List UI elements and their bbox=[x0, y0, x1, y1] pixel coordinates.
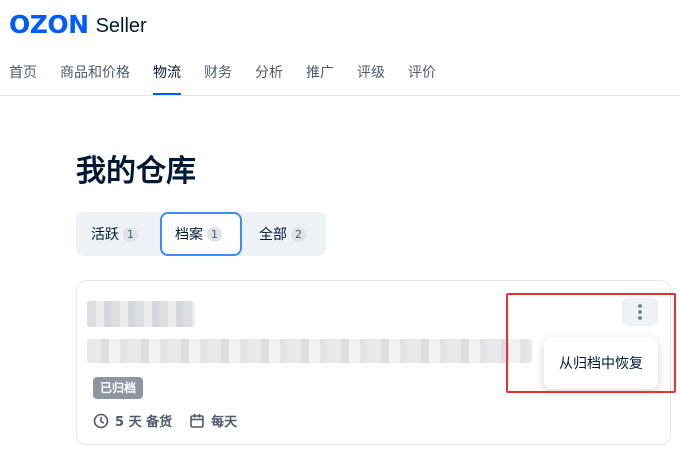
restore-from-archive-menu-item[interactable]: 从归档中恢复 bbox=[544, 337, 658, 389]
nav-divider bbox=[0, 95, 680, 96]
tab-count-badge: 2 bbox=[291, 226, 306, 242]
calendar-icon bbox=[190, 413, 204, 428]
tab-archive[interactable]: 档案 1 bbox=[160, 212, 242, 256]
warehouse-address-redacted bbox=[87, 339, 532, 363]
schedule: 每天 bbox=[189, 411, 237, 430]
schedule-text: 每天 bbox=[211, 415, 238, 430]
ozon-seller-logo[interactable]: OZON Seller bbox=[9, 12, 147, 38]
more-vertical-icon bbox=[638, 304, 642, 320]
logo-seller-text: Seller bbox=[95, 15, 147, 37]
warehouse-meta: 5 天 备货 每天 bbox=[93, 411, 254, 430]
archived-status-badge: 已归档 bbox=[93, 377, 144, 399]
nav-item-promotion[interactable]: 推广 bbox=[306, 62, 334, 95]
prep-time-text: 5 天 备货 bbox=[115, 415, 173, 430]
tab-label: 档案 bbox=[175, 227, 203, 243]
prep-time: 5 天 备货 bbox=[93, 411, 172, 430]
logo-ozon-text: OZON bbox=[9, 10, 89, 39]
nav-item-logistics[interactable]: 物流 bbox=[153, 62, 181, 95]
tab-active[interactable]: 活跃 1 bbox=[76, 212, 160, 256]
nav-item-reviews[interactable]: 评价 bbox=[408, 62, 436, 95]
tab-all[interactable]: 全部 2 bbox=[242, 212, 326, 256]
tab-count-badge: 1 bbox=[123, 226, 138, 242]
page-title: 我的仓库 bbox=[76, 154, 196, 189]
more-actions-button[interactable] bbox=[622, 298, 658, 326]
nav-item-products-prices[interactable]: 商品和价格 bbox=[60, 62, 130, 95]
warehouse-name-redacted bbox=[87, 301, 195, 327]
nav-item-analytics[interactable]: 分析 bbox=[255, 62, 283, 95]
tab-label: 活跃 bbox=[91, 227, 119, 243]
tab-label: 全部 bbox=[259, 227, 287, 243]
nav-item-home[interactable]: 首页 bbox=[9, 62, 37, 95]
actions-dropdown-menu: 从归档中恢复 bbox=[544, 337, 658, 389]
nav-item-rating[interactable]: 评级 bbox=[357, 62, 385, 95]
nav-item-finance[interactable]: 财务 bbox=[204, 62, 232, 95]
warehouse-status-tabs: 活跃 1 档案 1 全部 2 bbox=[76, 212, 326, 256]
clock-icon bbox=[93, 413, 109, 428]
tab-count-badge: 1 bbox=[207, 226, 222, 242]
main-nav: 首页 商品和价格 物流 财务 分析 推广 评级 评价 bbox=[9, 62, 459, 95]
